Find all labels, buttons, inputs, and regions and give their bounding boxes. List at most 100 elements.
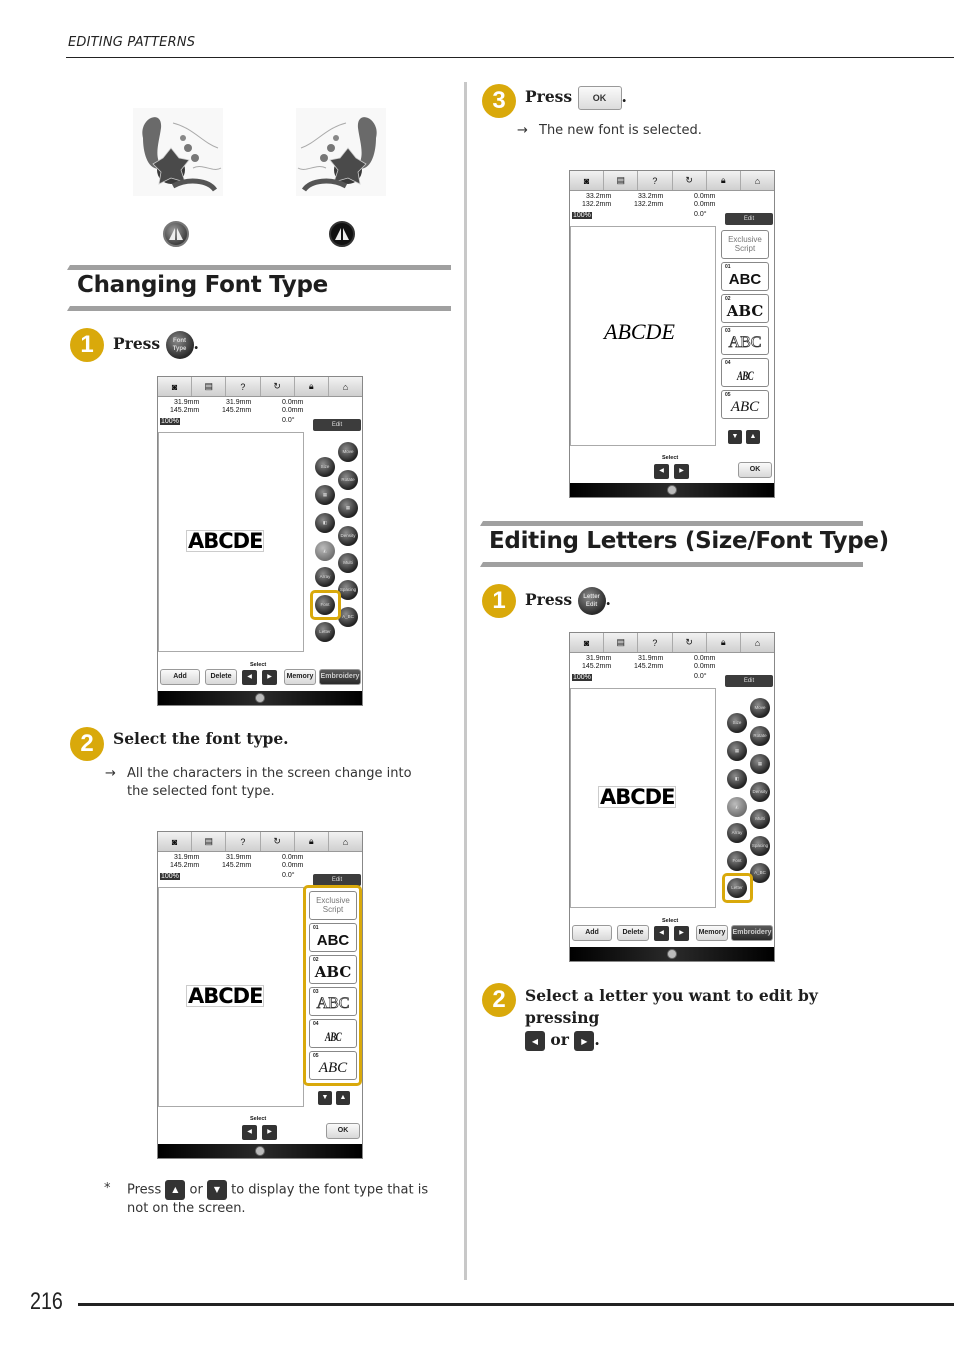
memory-icon[interactable]: ▤ xyxy=(604,633,639,652)
font-option-05[interactable]: 05 ABC xyxy=(309,1051,357,1080)
embroidery-button[interactable]: Embroidery xyxy=(731,925,773,941)
arc-button[interactable]: Array xyxy=(315,567,335,587)
density-button[interactable]: Density xyxy=(750,782,770,802)
mirror-button[interactable]: ◭ xyxy=(315,541,335,561)
scroll-down-button[interactable]: ▼ xyxy=(728,430,742,444)
embroidery-button[interactable]: Embroidery xyxy=(319,669,361,685)
select-right-arrow[interactable]: ▶ xyxy=(262,670,277,685)
clock-icon[interactable] xyxy=(667,949,677,959)
scroll-down-button[interactable]: ▼ xyxy=(318,1091,332,1105)
a-bc-button[interactable]: A_BC xyxy=(750,863,770,883)
scroll-up-button[interactable]: ▲ xyxy=(336,1091,350,1105)
edit-tab[interactable]: Edit xyxy=(313,419,361,431)
order-button[interactable]: ◧ xyxy=(727,769,747,789)
screen-topbar: ◙ ▤ ? ↻ 🔒︎ ⌂ xyxy=(570,171,774,191)
add-button[interactable]: Add xyxy=(572,925,612,941)
lock-icon[interactable]: 🔒︎ xyxy=(295,832,329,851)
arrow-marker: → xyxy=(517,123,528,138)
font-option-exclusive-script[interactable]: Exclusive Script xyxy=(721,230,769,259)
home-icon[interactable]: ⌂ xyxy=(741,171,774,190)
array-button[interactable]: ▦ xyxy=(338,498,358,518)
font-option-03[interactable]: 03 ABC xyxy=(309,987,357,1016)
size-button[interactable]: Size xyxy=(727,713,747,733)
memory-icon[interactable]: ▤ xyxy=(192,377,227,396)
camera-icon[interactable]: ◙ xyxy=(158,832,193,851)
font-option-05[interactable]: 05 ABC xyxy=(721,390,769,419)
select-left-arrow[interactable]: ◀ xyxy=(242,1125,257,1140)
home-icon[interactable]: ⌂ xyxy=(329,377,362,396)
zoom-level[interactable]: 100% xyxy=(160,873,180,880)
column-divider xyxy=(464,82,467,1280)
memory-icon[interactable]: ▤ xyxy=(604,171,639,190)
move-button[interactable]: Move xyxy=(338,442,358,462)
memory-button[interactable]: Memory xyxy=(696,925,728,941)
edit-tab[interactable]: Edit xyxy=(725,213,773,225)
lock-icon[interactable]: 🔒︎ xyxy=(295,377,329,396)
clock-icon[interactable] xyxy=(667,485,677,495)
font-option-03[interactable]: 03 ABC xyxy=(721,326,769,355)
height-value: 145.2mm xyxy=(170,862,200,869)
select-right-arrow[interactable]: ▶ xyxy=(674,926,689,941)
multi-color-button[interactable]: Multi xyxy=(338,553,358,573)
font-option-04[interactable]: 04 ABC xyxy=(721,358,769,387)
select-left-arrow[interactable]: ◀ xyxy=(654,926,669,941)
density-button[interactable]: Density xyxy=(338,526,358,546)
lock-icon[interactable]: 🔒︎ xyxy=(707,171,741,190)
move-button[interactable]: Move xyxy=(750,698,770,718)
select-right-arrow[interactable]: ▶ xyxy=(262,1125,277,1140)
help-icon[interactable]: ? xyxy=(226,832,261,851)
group-button[interactable]: ▦ xyxy=(315,485,335,505)
letter-edit-button[interactable]: Letter xyxy=(315,622,335,642)
font-option-02[interactable]: 02 ABC xyxy=(721,294,769,323)
ok-button[interactable]: OK xyxy=(326,1123,360,1139)
font-option-01[interactable]: 01 ABC xyxy=(721,262,769,291)
delete-button[interactable]: Delete xyxy=(205,669,237,685)
add-button[interactable]: Add xyxy=(160,669,200,685)
array-button[interactable]: ▦ xyxy=(750,754,770,774)
font-type-button[interactable]: Font xyxy=(727,851,747,871)
settings-icon[interactable]: ↻ xyxy=(261,832,295,851)
clock-icon[interactable] xyxy=(255,1146,265,1156)
size-button[interactable]: Size xyxy=(315,457,335,477)
zoom-level[interactable]: 100% xyxy=(572,212,592,219)
settings-icon[interactable]: ↻ xyxy=(673,633,707,652)
camera-icon[interactable]: ◙ xyxy=(570,171,605,190)
clock-icon[interactable] xyxy=(255,693,265,703)
help-icon[interactable]: ? xyxy=(226,377,261,396)
zoom-level[interactable]: 100% xyxy=(572,674,592,681)
memory-button[interactable]: Memory xyxy=(284,669,316,685)
home-icon[interactable]: ⌂ xyxy=(329,832,362,851)
delete-button[interactable]: Delete xyxy=(617,925,649,941)
select-left-arrow[interactable]: ◀ xyxy=(654,464,669,479)
rotate-button[interactable]: Rotate xyxy=(750,726,770,746)
help-icon[interactable]: ? xyxy=(638,633,673,652)
lock-icon[interactable]: 🔒︎ xyxy=(707,633,741,652)
a-bc-button[interactable]: A_BC xyxy=(338,607,358,627)
group-button[interactable]: ▦ xyxy=(727,741,747,761)
help-icon[interactable]: ? xyxy=(638,171,673,190)
arc-button[interactable]: Array xyxy=(727,823,747,843)
home-icon[interactable]: ⌂ xyxy=(741,633,774,652)
camera-icon[interactable]: ◙ xyxy=(158,377,193,396)
font-option-04[interactable]: 04 ABC xyxy=(309,1019,357,1048)
camera-icon[interactable]: ◙ xyxy=(570,633,605,652)
ok-button[interactable]: OK xyxy=(738,462,772,478)
select-right-arrow[interactable]: ▶ xyxy=(674,464,689,479)
highlight-font-type xyxy=(310,590,341,620)
rotate-button[interactable]: Rotate xyxy=(338,470,358,490)
mirror-button[interactable]: ◭ xyxy=(727,797,747,817)
select-left-arrow[interactable]: ◀ xyxy=(242,670,257,685)
font-option-02[interactable]: 02 ABC xyxy=(309,955,357,984)
settings-icon[interactable]: ↻ xyxy=(261,377,295,396)
scroll-up-button[interactable]: ▲ xyxy=(746,430,760,444)
order-button[interactable]: ◧ xyxy=(315,513,335,533)
spacing-button[interactable]: Spacing xyxy=(338,580,358,600)
multi-color-button[interactable]: Multi xyxy=(750,809,770,829)
font-option-01[interactable]: 01 ABC xyxy=(309,923,357,952)
settings-icon[interactable]: ↻ xyxy=(673,171,707,190)
font-option-exclusive-script[interactable]: Exclusive Script xyxy=(309,891,357,920)
edit-tab[interactable]: Edit xyxy=(725,675,773,687)
zoom-level[interactable]: 100% xyxy=(160,418,180,425)
memory-icon[interactable]: ▤ xyxy=(192,832,227,851)
spacing-button[interactable]: Spacing xyxy=(750,836,770,856)
